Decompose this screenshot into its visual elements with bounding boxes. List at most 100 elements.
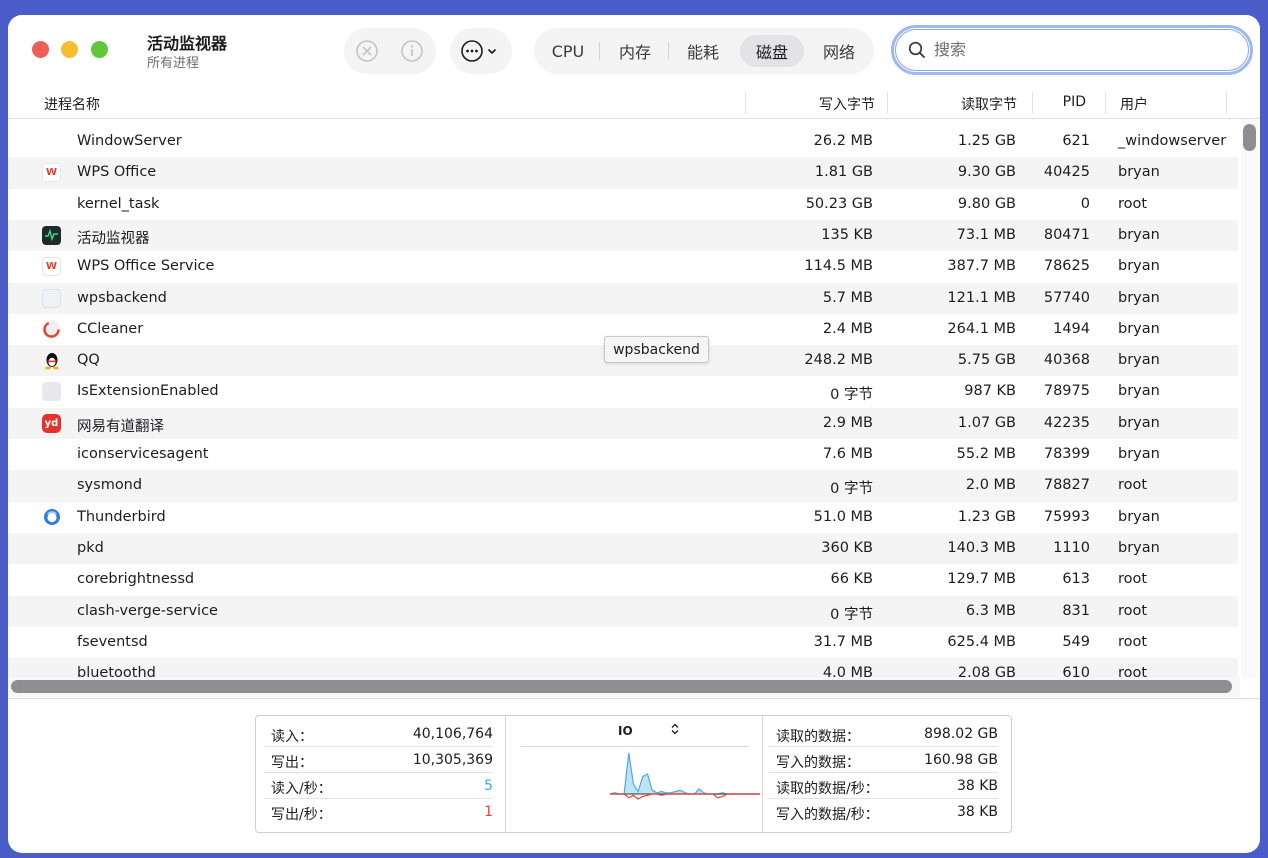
pid: 42235 <box>1043 414 1090 431</box>
graph-mode-label[interactable]: IO <box>618 724 633 738</box>
table-row[interactable]: fseventsd 31.7 MB 625.4 MB 549 root <box>8 627 1238 658</box>
minimize-window-button[interactable] <box>61 41 78 58</box>
table-row[interactable]: yd 网易有道翻译 2.9 MB 1.07 GB 42235 bryan <box>8 407 1238 439</box>
user: bryan <box>1118 352 1160 369</box>
table-row[interactable]: pkd 360 KB 140.3 MB 1110 bryan <box>8 532 1238 565</box>
user: root <box>1118 633 1148 650</box>
pid: 80471 <box>1043 226 1090 243</box>
tab-cpu[interactable]: CPU <box>544 35 592 67</box>
vertical-scrollbar-track[interactable] <box>1241 119 1258 679</box>
search-icon <box>908 41 925 58</box>
user: bryan <box>1118 383 1160 400</box>
ellipsis-circle-icon <box>461 40 483 62</box>
process-name: fseventsd <box>77 633 148 650</box>
table-row[interactable]: corebrightnessd 66 KB 129.7 MB 613 root <box>8 564 1238 595</box>
user: root <box>1118 477 1148 494</box>
qq-icon <box>42 351 61 370</box>
process-name: QQ <box>77 352 100 369</box>
vertical-scrollbar-thumb[interactable] <box>1243 124 1256 151</box>
user: root <box>1118 665 1148 677</box>
bytes-read: 9.30 GB <box>957 164 1016 181</box>
bytes-written: 360 KB <box>821 539 873 556</box>
tab-disk[interactable]: 磁盘 <box>740 35 804 67</box>
pid: 78625 <box>1043 258 1090 275</box>
stat-label: 读入： <box>271 729 313 745</box>
app-title: 活动监视器 <box>147 34 228 53</box>
column-user[interactable]: 用户 <box>1120 94 1148 114</box>
table-row[interactable]: wpsbackend 5.7 MB 121.1 MB 57740 bryan <box>8 282 1238 314</box>
close-window-button[interactable] <box>32 41 49 58</box>
generic-app-icon <box>42 288 61 308</box>
table-row[interactable]: W WPS Office Service 114.5 MB 387.7 MB 78625… <box>8 251 1238 282</box>
bytes-written: 1.81 GB <box>814 164 873 181</box>
user: root <box>1118 602 1148 619</box>
thunderbird-icon <box>42 508 61 527</box>
bytes-written: 135 KB <box>821 226 873 243</box>
stat-row: 读入/秒： 5 <box>264 773 493 799</box>
pid: 1494 <box>1053 320 1090 337</box>
table-row[interactable]: bluetoothd 4.0 MB 2.08 GB 610 root <box>8 658 1238 677</box>
process-name: 活动监视器 <box>77 230 150 247</box>
table-row[interactable]: 活动监视器 135 KB 73.1 MB 80471 bryan <box>8 219 1238 252</box>
table-row[interactable]: IsExtensionEnabled 0 字节 987 KB 78975 bryan <box>8 376 1238 407</box>
user: bryan <box>1118 289 1160 306</box>
stat-label: 读入/秒： <box>271 781 332 797</box>
column-process-name[interactable]: 进程名称 <box>44 94 100 114</box>
table-row[interactable]: sysmond 0 字节 2.0 MB 78827 root <box>8 470 1238 502</box>
bytes-read: 2.08 GB <box>957 665 1016 677</box>
chevron-up-down-icon[interactable] <box>670 723 680 738</box>
pid: 78399 <box>1043 446 1090 462</box>
search-field[interactable] <box>891 25 1253 75</box>
bytes-read: 6.3 MB <box>965 602 1016 619</box>
table-row[interactable]: kernel_task 50.23 GB 9.80 GB 0 root <box>8 189 1238 220</box>
table-row[interactable]: W WPS Office 1.81 GB 9.30 GB 40425 bryan <box>8 157 1238 189</box>
bottom-divider <box>8 698 1260 699</box>
column-bytes-written[interactable]: 写入字节 <box>819 94 875 114</box>
search-input[interactable] <box>934 36 1234 62</box>
bytes-written: 0 字节 <box>830 481 873 498</box>
bytes-read: 121.1 MB <box>947 289 1016 306</box>
bytes-read: 1.07 GB <box>957 414 1016 431</box>
bytes-written: 5.7 MB <box>822 289 873 306</box>
column-divider <box>887 92 888 114</box>
horizontal-scrollbar-thumb[interactable] <box>11 680 1232 693</box>
bytes-written: 2.9 MB <box>822 414 873 431</box>
tab-network[interactable]: 网络 <box>814 35 864 67</box>
stat-value: 160.98 GB <box>924 752 998 768</box>
user: _windowserver <box>1118 133 1227 149</box>
table-row[interactable]: Thunderbird 51.0 MB 1.23 GB 75993 bryan <box>8 502 1238 533</box>
stat-row: 写出： 10,305,369 <box>264 747 493 773</box>
stat-row: 读取的数据： 898.02 GB <box>769 721 998 747</box>
column-bytes-read[interactable]: 读取字节 <box>961 94 1017 114</box>
process-name: WPS Office <box>77 164 157 181</box>
pid: 610 <box>1062 665 1090 677</box>
tab-energy[interactable]: 能耗 <box>678 35 728 67</box>
io-counts-section: 读入： 40,106,764 写出： 10,305,369 读入/秒： 5 写出… <box>256 716 505 832</box>
inspect-process-button[interactable] <box>399 38 425 64</box>
stat-label: 写出： <box>271 755 313 771</box>
bytes-written: 66 KB <box>830 571 873 588</box>
stat-label: 写入的数据/秒： <box>776 807 879 823</box>
table-row[interactable]: clash-verge-service 0 字节 6.3 MB 831 root <box>8 595 1238 627</box>
pid: 549 <box>1062 633 1090 650</box>
stop-process-button[interactable] <box>354 38 380 64</box>
bytes-written: 114.5 MB <box>804 258 873 275</box>
bytes-read: 264.1 MB <box>947 320 1016 337</box>
zoom-window-button[interactable] <box>91 41 108 58</box>
user: bryan <box>1118 446 1160 462</box>
bytes-written: 50.23 GB <box>805 195 873 212</box>
table-header: 进程名称 写入字节 读取字节 PID 用户 <box>8 87 1260 119</box>
write-series-line <box>610 793 760 800</box>
column-pid[interactable]: PID <box>1063 94 1086 110</box>
table-row[interactable]: iconservicesagent 7.6 MB 55.2 MB 78399 bryan <box>8 439 1238 470</box>
more-actions-button[interactable] <box>450 28 512 74</box>
chevron-down-icon <box>484 38 500 64</box>
process-name: wpsbackend <box>77 289 167 306</box>
tab-memory[interactable]: 内存 <box>610 35 660 67</box>
bytes-written: 4.0 MB <box>822 665 873 677</box>
table-row[interactable]: WindowServer 26.2 MB 1.25 GB 621 _windowserv… <box>8 126 1238 157</box>
wps-icon: W <box>42 163 61 183</box>
bytes-read: 5.75 GB <box>957 352 1016 369</box>
bytes-written: 248.2 MB <box>804 352 873 369</box>
process-name: bluetoothd <box>77 665 156 677</box>
